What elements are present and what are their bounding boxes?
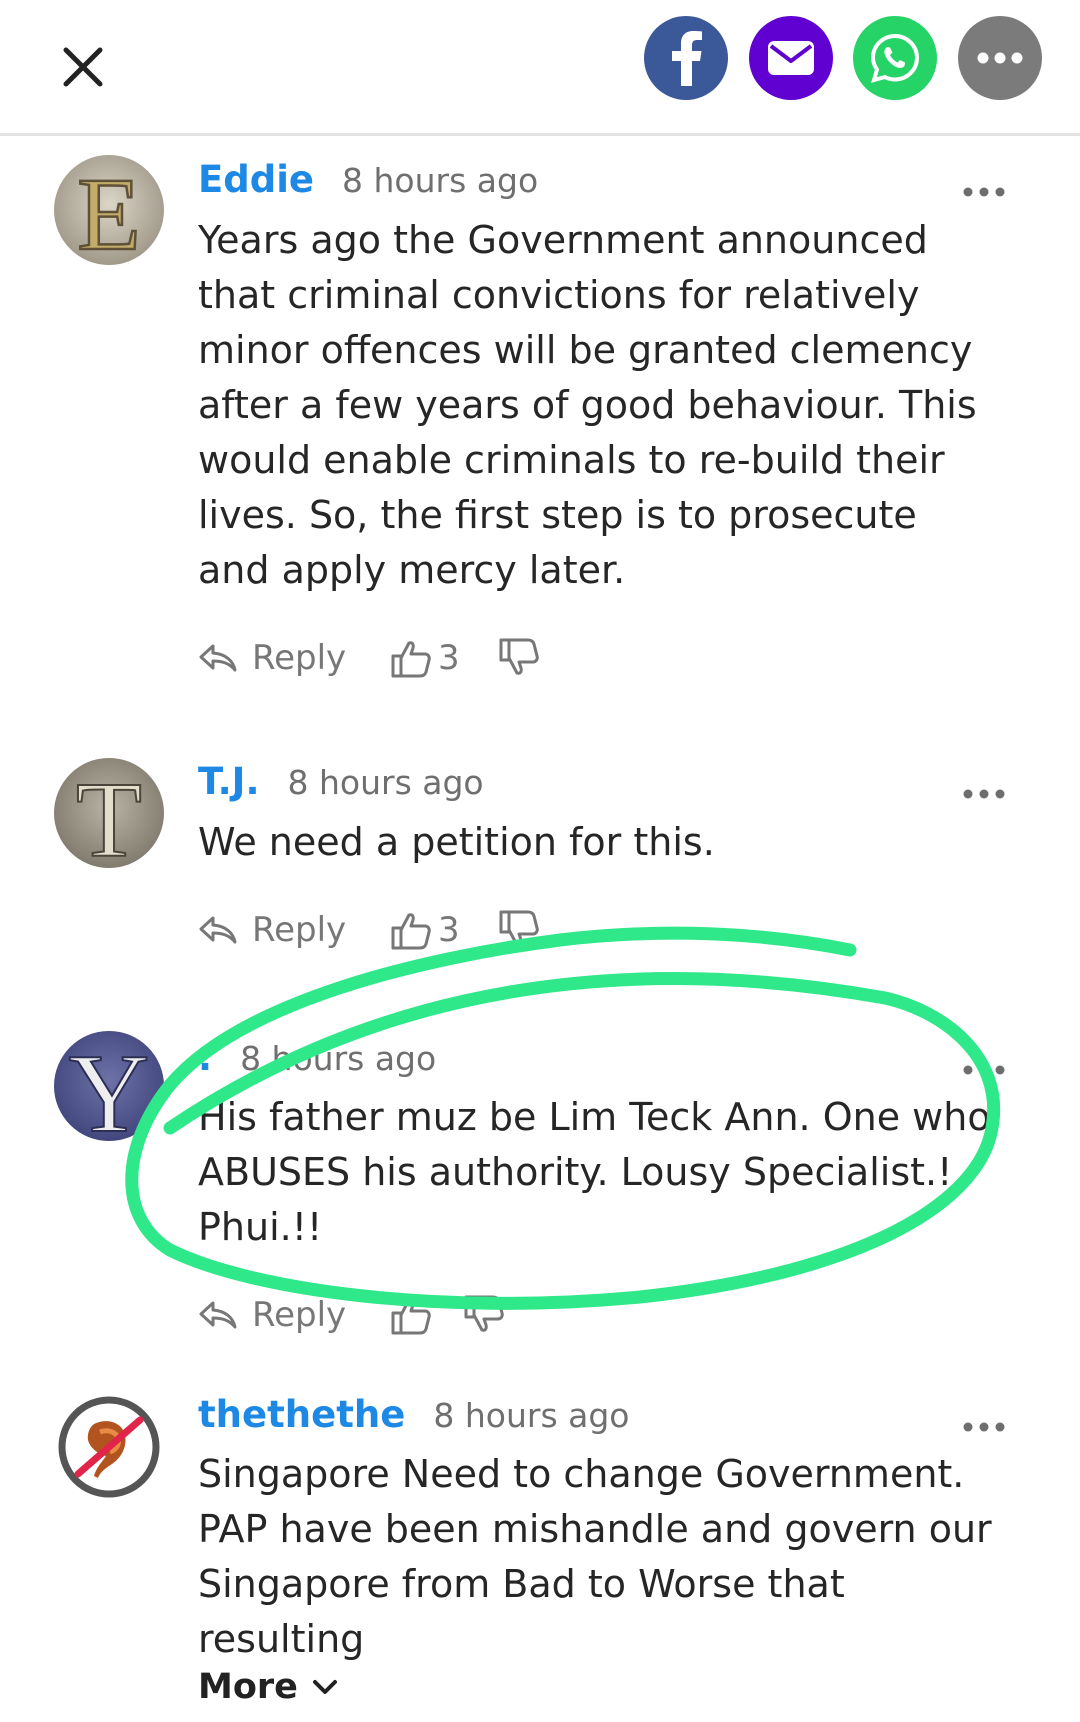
close-icon[interactable] <box>58 42 108 92</box>
like-button[interactable]: 3 <box>390 633 460 683</box>
comment-actions: Reply 3 <box>198 905 798 955</box>
comment-actions: Reply <box>198 1290 798 1340</box>
thumbs-up-icon <box>391 1298 431 1335</box>
facebook-icon <box>672 31 702 86</box>
thumbs-up-icon <box>391 641 431 678</box>
comment-options-icon[interactable] <box>962 784 1006 804</box>
like-count: 3 <box>438 910 460 950</box>
comment-header: . 8 hours ago <box>198 1036 436 1086</box>
dislike-button[interactable] <box>498 905 540 955</box>
comment-header: thethethe 8 hours ago <box>198 1393 630 1443</box>
author-name[interactable]: Eddie <box>198 158 314 201</box>
author-name[interactable]: thethethe <box>198 1393 405 1436</box>
avatar[interactable]: Y <box>54 1031 164 1141</box>
like-count: 3 <box>438 638 460 678</box>
more-share-button[interactable] <box>958 16 1042 100</box>
dislike-button[interactable] <box>498 633 540 683</box>
reply-button[interactable]: Reply <box>198 1290 346 1340</box>
more-label: More <box>198 1667 298 1707</box>
reply-label: Reply <box>252 910 347 950</box>
share-toolbar <box>0 0 1080 136</box>
reply-label: Reply <box>252 638 347 678</box>
more-options-icon <box>977 52 1023 64</box>
avatar[interactable]: T <box>54 758 164 868</box>
thumbs-down-icon <box>499 638 539 675</box>
comment-text: His father muz be Lim Teck Ann. One who … <box>198 1095 991 1249</box>
avatar-letter: T <box>76 761 142 868</box>
avatar[interactable]: E <box>54 155 164 265</box>
reply-button[interactable]: Reply <box>198 633 346 683</box>
like-button[interactable] <box>390 1290 438 1340</box>
comment-actions: Reply 3 <box>198 633 798 683</box>
mail-icon <box>768 41 814 75</box>
avatar[interactable] <box>54 1392 164 1502</box>
comment-header: Eddie 8 hours ago <box>198 158 538 208</box>
chevron-down-icon <box>312 1680 337 1694</box>
comment-options-icon[interactable] <box>962 1417 1006 1437</box>
reply-button[interactable]: Reply <box>198 905 346 955</box>
whatsapp-icon <box>870 33 920 83</box>
comment-text: Years ago the Government announced that … <box>198 218 977 592</box>
comment-options-icon[interactable] <box>962 1060 1006 1080</box>
dislike-button[interactable] <box>463 1290 505 1340</box>
reply-icon <box>199 1301 237 1329</box>
timestamp: 8 hours ago <box>433 1396 630 1435</box>
like-button[interactable]: 3 <box>390 905 460 955</box>
more-button[interactable]: More <box>198 1667 338 1707</box>
timestamp: 8 hours ago <box>342 161 539 200</box>
author-name[interactable]: T.J. <box>198 760 260 803</box>
thumbs-down-icon <box>499 910 539 947</box>
timestamp: 8 hours ago <box>240 1039 437 1078</box>
reply-label: Reply <box>252 1295 347 1335</box>
timestamp: 8 hours ago <box>287 763 484 802</box>
facebook-share-button[interactable] <box>644 16 728 100</box>
thumbs-down-icon <box>464 1295 504 1332</box>
reply-icon <box>199 644 237 672</box>
comment-options-icon[interactable] <box>962 182 1006 202</box>
avatar-letter: Y <box>69 1032 150 1141</box>
thumbs-up-icon <box>391 913 431 950</box>
author-name[interactable]: . <box>198 1036 212 1079</box>
avatar-letter: E <box>77 157 141 265</box>
email-share-button[interactable] <box>749 16 833 100</box>
comment-header: T.J. 8 hours ago <box>198 760 484 810</box>
comment-text: Singapore Need to change Government. PAP… <box>198 1452 992 1661</box>
reply-icon <box>199 916 237 944</box>
whatsapp-share-button[interactable] <box>853 16 937 100</box>
comment-text: We need a petition for this. <box>198 820 715 864</box>
